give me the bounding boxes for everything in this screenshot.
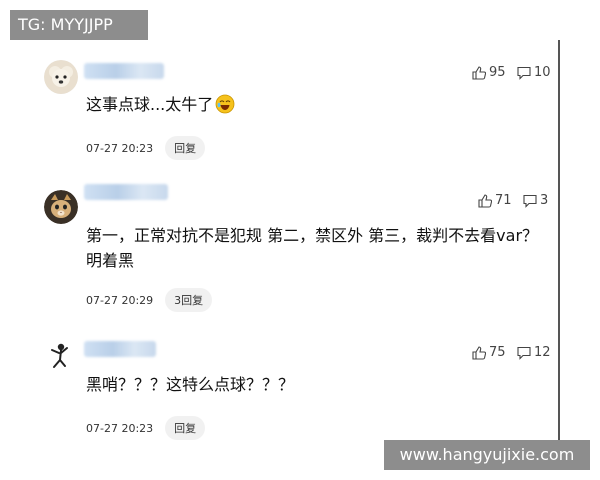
thumbs-up-icon	[472, 65, 486, 80]
comment-text-content: 这事点球...太牛了	[86, 95, 214, 114]
comment-text: 这事点球...太牛了	[86, 92, 546, 117]
watermark-badge: www.hangyujixie.com	[384, 440, 590, 470]
comment-bubble-icon	[523, 194, 537, 208]
tg-badge: TG: MYYJJPP	[10, 10, 148, 40]
reply-count-button[interactable]: 3	[523, 193, 548, 208]
reply-count-button[interactable]: 10	[517, 65, 551, 80]
username-blurred[interactable]	[84, 184, 168, 200]
comment-bubble-icon	[517, 66, 531, 80]
like-button[interactable]: 75	[472, 345, 506, 360]
reply-count: 10	[534, 65, 551, 80]
comment-text: 黑哨？？？这特么点球？？？	[86, 375, 295, 394]
reply-button[interactable]: 回复	[165, 136, 206, 160]
comment-time: 07-27 20:23	[86, 141, 154, 155]
like-button[interactable]: 71	[478, 193, 512, 208]
thumbs-up-icon	[472, 345, 486, 360]
like-button[interactable]: 95	[472, 65, 506, 80]
reply-count: 12	[534, 345, 551, 360]
like-count: 95	[489, 65, 506, 80]
poodle-dog-avatar[interactable]	[44, 60, 78, 94]
username-blurred[interactable]	[84, 63, 164, 79]
reply-count: 3	[540, 193, 549, 208]
comment-time: 07-27 20:29	[86, 293, 154, 307]
thumbs-up-icon	[478, 193, 492, 208]
comment-meta: 07-27 20:23 回复	[86, 136, 206, 160]
reply-button[interactable]: 3回复	[165, 288, 213, 312]
username-blurred[interactable]	[84, 341, 156, 357]
comment-bubble-icon	[517, 346, 531, 360]
divider-line	[558, 40, 560, 470]
comment-text: 第一，正常对抗不是犯规 第二，禁区外 第三，裁判不去看var？ 明着黑	[86, 226, 539, 270]
dancer-avatar[interactable]	[44, 340, 78, 374]
reply-button[interactable]: 回复	[165, 416, 206, 440]
comment-meta: 07-27 20:29 3回复	[86, 288, 213, 312]
like-count: 75	[489, 345, 506, 360]
comment-meta: 07-27 20:23 回复	[86, 416, 206, 440]
laughing-emoji-icon	[215, 94, 235, 114]
cat-avatar[interactable]	[44, 190, 78, 224]
reply-count-button[interactable]: 12	[517, 345, 551, 360]
like-count: 71	[495, 193, 512, 208]
comment-time: 07-27 20:23	[86, 421, 154, 435]
